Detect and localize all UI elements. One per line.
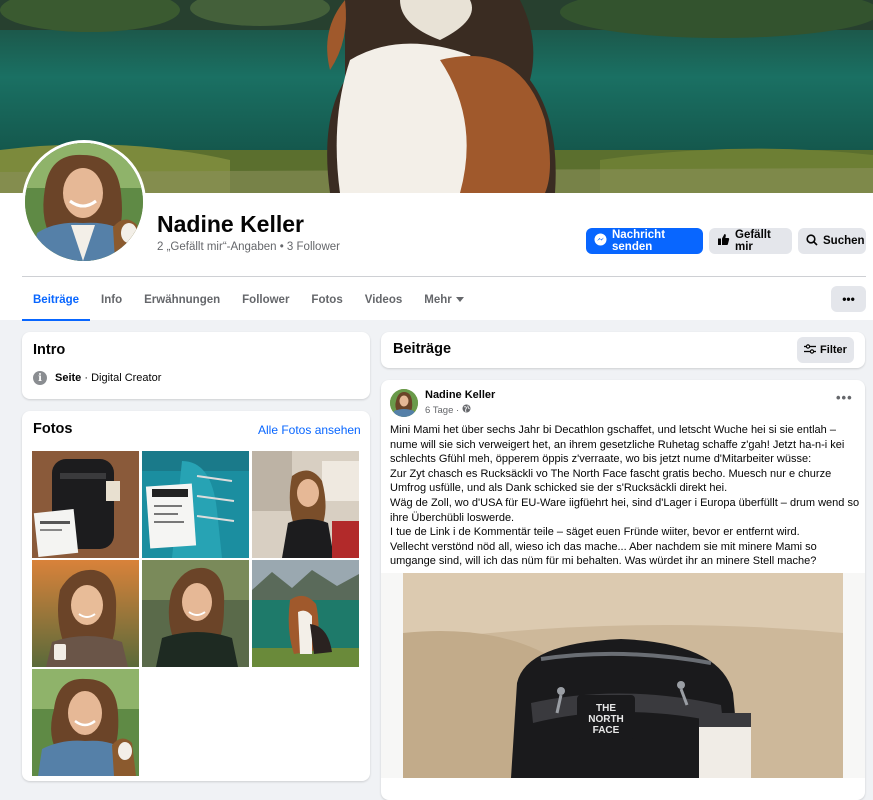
filter-label: Filter	[820, 344, 847, 356]
photo-thumbnail[interactable]	[32, 451, 139, 558]
photo-thumbnail[interactable]	[252, 451, 359, 558]
send-message-button[interactable]: Nachricht senden	[586, 228, 703, 254]
like-label: Gefällt mir	[735, 229, 771, 253]
photo-thumbnail[interactable]	[142, 451, 249, 558]
post-paragraph: Vellecht verstönd nöd all, wieso ich das…	[390, 540, 817, 568]
tab-posts[interactable]: Beiträge	[22, 281, 91, 321]
intro-card: Intro i Seite · Digital Creator	[22, 332, 370, 399]
tab-mentions[interactable]: Erwähnungen	[133, 281, 231, 319]
woman-green-jacket-photo	[142, 560, 249, 667]
photo-thumbnail[interactable]	[252, 560, 359, 667]
intro-title: Intro	[33, 342, 66, 358]
search-label: Suchen	[823, 235, 865, 247]
post-card: Nadine Keller 6 Tage · ••• Mini Mami het…	[381, 380, 865, 800]
teal-backpack-receipt-photo	[142, 451, 249, 558]
intro-category-text: Seite · Digital Creator	[55, 372, 161, 384]
tab-more-label: Mehr	[424, 294, 452, 306]
intro-category-rest: · Digital Creator	[81, 372, 162, 384]
tab-info[interactable]: Info	[90, 281, 133, 319]
more-options-button[interactable]: •••	[831, 286, 866, 312]
post-paragraph: I tue de Link i de Kommentär teile – säg…	[390, 526, 800, 539]
post-meta: 6 Tage ·	[425, 404, 471, 416]
post-paragraph: Zur Zyt chasch es Rucksäckli vo The Nort…	[390, 467, 832, 495]
profile-avatar[interactable]	[22, 140, 146, 264]
filter-button[interactable]: Filter	[797, 337, 854, 363]
photos-title: Fotos	[33, 421, 73, 437]
post-paragraph: Mini Mami het über sechs Jahr bi Decathl…	[390, 424, 845, 466]
beagle-lake-photo	[252, 560, 359, 667]
photo-thumbnail[interactable]	[32, 560, 139, 667]
intro-category: i Seite · Digital Creator	[33, 371, 161, 385]
tab-followers-label: Follower	[242, 294, 290, 306]
logo-text-north: NORTH	[588, 714, 624, 725]
like-button[interactable]: Gefällt mir	[709, 228, 792, 254]
woman-with-beagle-photo	[32, 669, 139, 776]
profile-name: Nadine Keller	[157, 211, 304, 237]
tab-photos[interactable]: Fotos	[300, 281, 353, 319]
post-paragraph: Wäg de Zoll, wo d'USA für EU-Ware iigfüe…	[390, 496, 860, 524]
post-image[interactable]: THE NORTH FACE	[381, 573, 865, 778]
search-icon	[806, 233, 818, 249]
profile-stats[interactable]: 2 „Gefällt mir“-Angaben • 3 Follower	[157, 241, 340, 253]
tab-videos-label: Videos	[364, 294, 403, 306]
info-icon: i	[33, 371, 47, 385]
post-time[interactable]: 6 Tage ·	[425, 405, 459, 416]
backpack-receipt-photo	[32, 451, 139, 558]
caret-down-icon	[455, 282, 464, 318]
intro-category-bold: Seite	[55, 372, 82, 384]
send-message-label: Nachricht senden	[612, 229, 666, 253]
post-author-name[interactable]: Nadine Keller	[425, 389, 495, 401]
woman-kitchen-photo	[252, 451, 359, 558]
tab-posts-label: Beiträge	[33, 294, 80, 306]
logo-text-face: FACE	[593, 725, 620, 736]
tab-mentions-label: Erwähnungen	[144, 294, 221, 306]
sliders-icon	[804, 343, 817, 357]
avatar-image	[25, 143, 143, 261]
posts-title: Beiträge	[393, 341, 452, 357]
post-author-avatar[interactable]	[390, 389, 418, 417]
post-avatar-image	[390, 389, 418, 417]
profile-tabs: Beiträge Info Erwähnungen Follower Fotos…	[22, 281, 475, 321]
photo-thumbnail[interactable]	[142, 560, 249, 667]
tab-info-label: Info	[101, 294, 123, 306]
backpack-photo: THE NORTH FACE	[381, 573, 865, 778]
logo-text-the: THE	[596, 703, 616, 714]
header-divider	[22, 276, 866, 277]
tab-more[interactable]: Mehr	[413, 281, 474, 319]
tab-videos[interactable]: Videos	[354, 281, 414, 319]
messenger-icon	[594, 233, 607, 249]
post-text: Mini Mami het über sechs Jahr bi Decathl…	[390, 423, 860, 569]
tab-followers[interactable]: Follower	[231, 281, 300, 319]
woman-sunset-coffee-photo	[32, 560, 139, 667]
tab-photos-label: Fotos	[311, 294, 343, 306]
search-button[interactable]: Suchen	[798, 228, 866, 254]
photos-card: Fotos Alle Fotos ansehen	[22, 411, 370, 781]
see-all-photos-link[interactable]: Alle Fotos ansehen	[258, 423, 361, 437]
posts-header-card: Beiträge Filter	[381, 332, 865, 368]
photo-thumbnail[interactable]	[32, 669, 139, 776]
globe-icon	[462, 404, 471, 416]
thumbs-up-icon	[717, 233, 730, 249]
post-options-button[interactable]: •••	[836, 390, 853, 405]
